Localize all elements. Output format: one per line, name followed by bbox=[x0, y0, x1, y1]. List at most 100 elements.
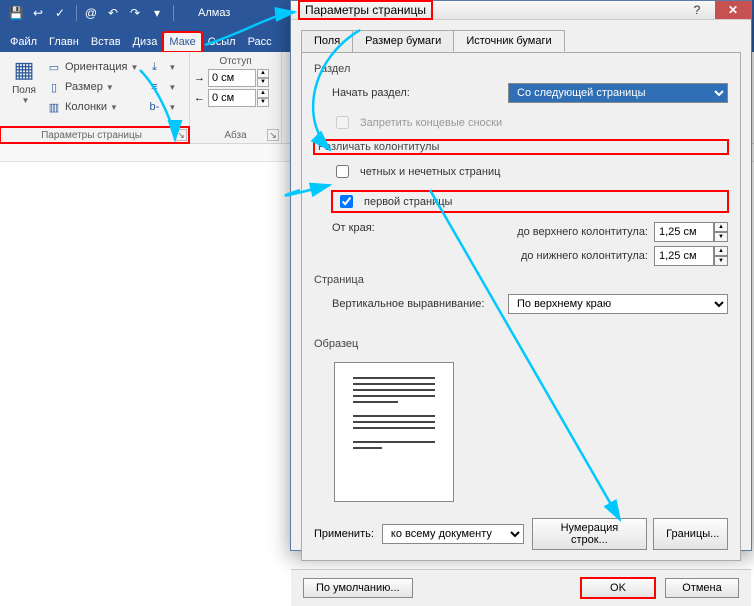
default-button[interactable]: По умолчанию... bbox=[303, 578, 413, 598]
separator bbox=[76, 5, 77, 21]
tab-home[interactable]: Главн bbox=[43, 32, 85, 52]
group-page-setup: ▦ Поля ▼ ▭ Ориентация ▼ ▯ Размер ▼ ▥ Кол… bbox=[0, 52, 190, 143]
chevron-down-icon: ▼ bbox=[110, 103, 118, 112]
indent-right[interactable]: ← ▲▼ bbox=[194, 88, 277, 108]
header-distance-label: до верхнего колонтитула: bbox=[517, 226, 648, 238]
apply-label: Применить: bbox=[314, 528, 374, 540]
borders-button[interactable]: Границы... bbox=[653, 518, 728, 550]
tab-insert[interactable]: Встав bbox=[85, 32, 127, 52]
apply-row: Применить: ко всему документу Нумерация … bbox=[314, 518, 728, 550]
line-numbers-button[interactable]: ≡▼ bbox=[144, 77, 178, 97]
endnotes-label: Запретить концевые сноски bbox=[360, 117, 502, 129]
first-page-checkbox[interactable] bbox=[340, 195, 353, 208]
size-label: Размер bbox=[65, 81, 103, 93]
spin-down[interactable]: ▼ bbox=[714, 256, 728, 266]
hyphenation-icon: b- bbox=[146, 101, 162, 113]
separator bbox=[173, 5, 174, 21]
footer-distance-input[interactable] bbox=[654, 246, 714, 266]
at-icon[interactable]: @ bbox=[81, 3, 101, 23]
dialog-tab-paper-source[interactable]: Источник бумаги bbox=[453, 30, 564, 52]
margins-label: Поля bbox=[12, 85, 36, 96]
undo-icon[interactable]: ↩ bbox=[28, 3, 48, 23]
window-controls: ? ✕ bbox=[679, 1, 751, 19]
section-start-row: Начать раздел: Со следующей страницы bbox=[332, 83, 728, 103]
close-button[interactable]: ✕ bbox=[715, 1, 751, 19]
indent-header: Отступ bbox=[194, 55, 277, 68]
chevron-down-icon: ▼ bbox=[168, 63, 176, 72]
footer-distance-spin[interactable]: ▲▼ bbox=[654, 246, 728, 266]
dialog-tabs: Поля Размер бумаги Источник бумаги bbox=[291, 20, 751, 52]
spell-icon[interactable]: ✓ bbox=[50, 3, 70, 23]
indent-left-icon: → bbox=[194, 72, 208, 84]
first-page-row: первой страницы bbox=[332, 191, 728, 212]
endnotes-row: Запретить концевые сноски bbox=[332, 113, 728, 132]
orientation-label: Ориентация bbox=[65, 61, 127, 73]
columns-button[interactable]: ▥ Колонки ▼ bbox=[44, 97, 140, 117]
dialog-titlebar[interactable]: Параметры страницы ? ✕ bbox=[291, 1, 751, 20]
size-button[interactable]: ▯ Размер ▼ bbox=[44, 77, 140, 97]
orientation-icon: ▭ bbox=[46, 61, 62, 74]
tab-mailings[interactable]: Расс bbox=[242, 32, 278, 52]
breaks-icon: ⤓ bbox=[146, 61, 162, 74]
help-button[interactable]: ? bbox=[679, 1, 715, 19]
page-setup-launcher[interactable]: ↘ bbox=[175, 129, 187, 141]
tab-design[interactable]: Диза bbox=[127, 32, 164, 52]
ok-button[interactable]: OK bbox=[581, 578, 655, 598]
odd-even-row: четных и нечетных страниц bbox=[332, 162, 728, 181]
valign-label: Вертикальное выравнивание: bbox=[332, 298, 484, 310]
cancel-button[interactable]: Отмена bbox=[665, 578, 739, 598]
dialog-title: Параметры страницы bbox=[299, 1, 432, 19]
paragraph-launcher[interactable]: ↘ bbox=[267, 129, 279, 141]
indent-left[interactable]: → ▲▼ bbox=[194, 68, 277, 88]
header-distance-spin[interactable]: ▲▼ bbox=[654, 222, 728, 242]
dialog-tab-margins[interactable]: Поля bbox=[301, 30, 353, 52]
endnotes-checkbox bbox=[336, 116, 349, 129]
headers-heading: Различать колонтитулы bbox=[314, 140, 728, 154]
apply-combo[interactable]: ко всему документу bbox=[382, 524, 524, 544]
valign-combo[interactable]: По верхнему краю bbox=[508, 294, 728, 314]
indent-right-input[interactable] bbox=[208, 89, 256, 107]
line-numbers-icon: ≡ bbox=[146, 81, 162, 93]
spin-up[interactable]: ▲ bbox=[714, 222, 728, 232]
margins-button[interactable]: ▦ Поля ▼ bbox=[4, 55, 44, 123]
chevron-down-icon: ▼ bbox=[168, 83, 176, 92]
header-distance-input[interactable] bbox=[654, 222, 714, 242]
dialog-body: Раздел Начать раздел: Со следующей стран… bbox=[301, 52, 741, 561]
orientation-button[interactable]: ▭ Ориентация ▼ bbox=[44, 57, 140, 77]
section-start-combo[interactable]: Со следующей страницы bbox=[508, 83, 728, 103]
spin-buttons[interactable]: ▲▼ bbox=[257, 89, 269, 107]
columns-icon: ▥ bbox=[46, 101, 62, 114]
chevron-down-icon: ▼ bbox=[106, 83, 114, 92]
line-numbers-button[interactable]: Нумерация строк... bbox=[532, 518, 648, 550]
hyphenation-button[interactable]: b- ▼ bbox=[144, 97, 178, 117]
redo-icon[interactable]: ↷ bbox=[125, 3, 145, 23]
preview-pane bbox=[334, 362, 454, 502]
size-icon: ▯ bbox=[46, 81, 62, 94]
group-title-page-setup: Параметры страницы bbox=[0, 127, 189, 143]
customize-icon[interactable]: ▾ bbox=[147, 3, 167, 23]
chevron-down-icon: ▼ bbox=[22, 96, 30, 105]
columns-label: Колонки bbox=[65, 101, 107, 113]
spin-buttons[interactable]: ▲▼ bbox=[257, 69, 269, 87]
breaks-button[interactable]: ⤓▼ bbox=[144, 57, 178, 77]
save-icon[interactable]: 💾 bbox=[6, 3, 26, 23]
indent-left-input[interactable] bbox=[208, 69, 256, 87]
chevron-down-icon: ▼ bbox=[168, 103, 176, 112]
section-start-label: Начать раздел: bbox=[332, 87, 410, 99]
spin-up[interactable]: ▲ bbox=[714, 246, 728, 256]
margins-icon: ▦ bbox=[14, 57, 35, 83]
odd-even-label: четных и нечетных страниц bbox=[360, 166, 500, 178]
dialog-tab-paper-size[interactable]: Размер бумаги bbox=[352, 30, 454, 52]
dialog-footer: По умолчанию... OK Отмена bbox=[291, 569, 751, 606]
from-edge-row: От края: до верхнего колонтитула: ▲▼ до … bbox=[332, 222, 728, 266]
tab-references[interactable]: Ссыл bbox=[202, 32, 242, 52]
from-edge-label: От края: bbox=[332, 222, 375, 234]
group-indent: Отступ → ▲▼ ← ▲▼ Абза ↘ bbox=[190, 52, 282, 143]
odd-even-checkbox[interactable] bbox=[336, 165, 349, 178]
tab-layout[interactable]: Маке bbox=[163, 32, 201, 52]
group-title-text: Параметры страницы bbox=[41, 130, 142, 141]
tab-file[interactable]: Файл bbox=[4, 32, 43, 52]
first-page-label: первой страницы bbox=[364, 196, 452, 208]
undo2-icon[interactable]: ↶ bbox=[103, 3, 123, 23]
spin-down[interactable]: ▼ bbox=[714, 232, 728, 242]
